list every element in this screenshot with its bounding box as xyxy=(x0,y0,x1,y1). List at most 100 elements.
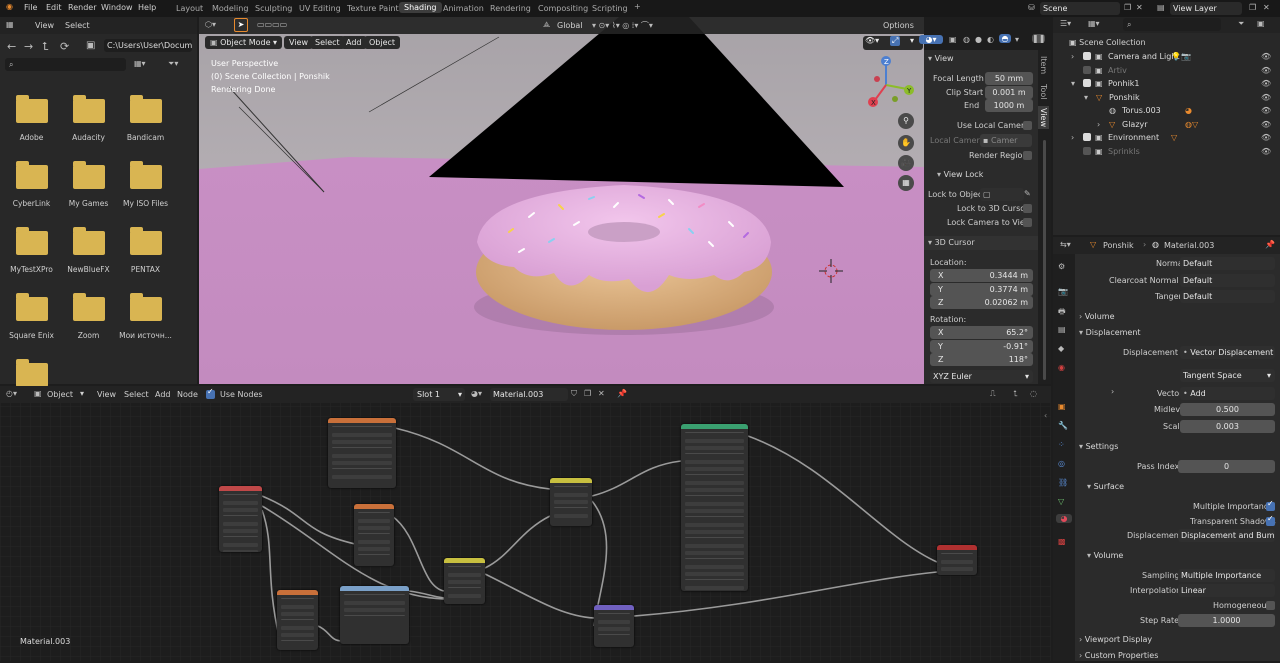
node-principled-bsdf[interactable] xyxy=(681,424,748,591)
node-vector-displacement[interactable] xyxy=(594,605,634,647)
node-image-texture[interactable] xyxy=(328,418,396,488)
folder-item-partial[interactable] xyxy=(3,359,60,387)
ortho-toggle-icon[interactable]: ▦ xyxy=(898,175,914,191)
unlink-material-icon[interactable]: ✕ xyxy=(598,389,605,398)
node-material-output[interactable] xyxy=(937,545,977,575)
viewport-add-menu[interactable]: Add xyxy=(341,36,367,49)
copy-material-icon[interactable]: ❐ xyxy=(584,389,591,398)
visibility-icon[interactable]: 👁▾ xyxy=(865,36,879,45)
tangent-dropdown[interactable]: Default xyxy=(1180,290,1275,303)
node-noise-texture-b[interactable] xyxy=(277,590,318,650)
outliner-item[interactable]: › ▽ Glazyr ◍▽ 👁 xyxy=(1053,118,1280,131)
display-mode-icon[interactable]: ▦▾ xyxy=(1088,19,1100,28)
node-editor[interactable]: ◴▾ ▣ Object ▾ View Select Add Node Use N… xyxy=(0,386,1051,661)
select-tool-icon[interactable]: ➤ xyxy=(234,18,248,32)
new-folder-icon[interactable]: ▣ xyxy=(86,40,95,51)
tab-shading[interactable]: Shading xyxy=(399,2,442,13)
camera-view-icon[interactable]: 🎥 xyxy=(898,155,914,171)
step-rate-field[interactable]: 1.0000 xyxy=(1178,614,1275,627)
fb-select-menu[interactable]: Select xyxy=(65,21,90,30)
scene-field[interactable]: Scene xyxy=(1040,2,1120,15)
sidebar-toggle-arrow-icon[interactable]: ‹ xyxy=(1044,411,1047,420)
cursor-loc-y-field[interactable]: Y 0.3774 m xyxy=(930,283,1033,296)
folder-item[interactable]: My Games xyxy=(60,161,117,208)
expand-arrow-icon[interactable]: › xyxy=(1071,50,1074,63)
parent-dir-icon[interactable]: ⮤ xyxy=(42,40,49,54)
close-scene-icon[interactable]: ✕ xyxy=(1136,3,1143,12)
tab-item[interactable]: Item xyxy=(1039,56,1048,74)
editor-type-icon[interactable]: ⇆▾ xyxy=(1060,240,1071,249)
editor-type-icon[interactable]: ⬡▾ xyxy=(205,20,216,29)
node-mix-a[interactable] xyxy=(550,478,592,526)
scale-field[interactable]: 0.003 xyxy=(1180,420,1275,433)
copy-scene-icon[interactable]: ❐ xyxy=(1124,3,1131,12)
world-tab-icon[interactable]: ◉ xyxy=(1058,363,1065,372)
outliner-item[interactable]: ▣ Sprinkls 👁 xyxy=(1053,145,1280,158)
folder-item[interactable]: Мои источн... xyxy=(117,293,174,340)
outliner-scene-collection[interactable]: ▣ Scene Collection xyxy=(1069,36,1146,49)
fb-view-menu[interactable]: View xyxy=(35,21,54,30)
tab-texture-paint[interactable]: Texture Paint xyxy=(347,4,399,13)
viewport-object-menu[interactable]: Object xyxy=(364,36,401,49)
outliner-item[interactable]: ▾ ▣ Ponhik1 👁 xyxy=(1053,77,1280,90)
rotation-mode-dropdown[interactable]: XYZ Euler ▾ xyxy=(930,370,1033,383)
midlevel-field[interactable]: 0.500 xyxy=(1180,403,1275,416)
menu-window[interactable]: Window xyxy=(101,3,133,12)
filter-icon[interactable]: ⏷▾ xyxy=(168,59,178,69)
filter-icon[interactable]: ⏷ xyxy=(1238,19,1244,29)
multiple-importance-checkbox[interactable] xyxy=(1266,499,1275,511)
tool-tab-icon[interactable]: ⚙ xyxy=(1058,262,1065,271)
exclude-checkbox[interactable] xyxy=(1083,146,1091,155)
visibility-icon[interactable]: 👁 xyxy=(1261,91,1271,104)
rendered-shading-icon[interactable]: ◓ xyxy=(999,34,1011,43)
displacement-subpanel-header[interactable]: ▾ Displacement xyxy=(1079,326,1141,340)
new-collection-icon[interactable]: ▣ xyxy=(1257,19,1265,28)
tab-view[interactable]: View xyxy=(1038,106,1049,129)
focal-length-field[interactable]: 50 mm xyxy=(985,72,1033,85)
filter-search-input[interactable]: ⌕ xyxy=(5,58,126,71)
displacement-method-dropdown[interactable]: Displacement and Bump xyxy=(1178,529,1275,542)
physics-tab-icon[interactable]: ◎ xyxy=(1058,459,1065,468)
overlay-toggle-icon[interactable]: ▾ xyxy=(910,36,914,45)
shader-type-icon[interactable]: ▣ xyxy=(34,389,42,398)
tab-compositing[interactable]: Compositing xyxy=(538,4,588,13)
material-browse-icon[interactable]: ◕▾ xyxy=(471,389,482,398)
output-tab-icon[interactable]: 🖶 xyxy=(1058,306,1066,320)
scene-icon[interactable]: ⛁ xyxy=(1028,3,1035,12)
exclude-checkbox[interactable] xyxy=(1083,52,1091,60)
constraints-tab-icon[interactable]: ⛓ xyxy=(1058,478,1068,487)
menu-edit[interactable]: Edit xyxy=(46,3,62,12)
view-layer-field[interactable]: View Layer xyxy=(1170,2,1242,15)
node-select-menu[interactable]: Select xyxy=(124,390,149,399)
transform-orientation-dropdown[interactable]: Global xyxy=(557,21,583,30)
transform-orientation-icon[interactable]: ⟁ xyxy=(543,20,550,30)
node-add-menu[interactable]: Add xyxy=(155,390,171,399)
tab-modeling[interactable]: Modeling xyxy=(212,4,248,13)
render-tab-icon[interactable]: 📷 xyxy=(1058,287,1068,296)
normal-dropdown[interactable]: Default xyxy=(1180,257,1275,270)
view-layer-tab-icon[interactable]: ▤ xyxy=(1058,325,1066,334)
editor-type-icon[interactable]: ◴▾ xyxy=(6,389,17,398)
eyedropper-icon[interactable]: ✎ xyxy=(1024,189,1031,198)
visibility-icon[interactable]: 👁 xyxy=(1261,131,1271,144)
menu-help[interactable]: Help xyxy=(138,3,156,12)
node-noise-texture-a[interactable] xyxy=(354,504,394,566)
tab-tool[interactable]: Tool xyxy=(1039,84,1048,100)
gizmo-toggle-icon[interactable]: ⤢ xyxy=(890,36,901,46)
visibility-icon[interactable]: 👁 xyxy=(1261,77,1271,90)
particles-tab-icon[interactable]: ⁘ xyxy=(1058,440,1065,449)
exclude-checkbox[interactable] xyxy=(1083,133,1091,141)
add-workspace-button[interactable]: + xyxy=(634,2,641,11)
lock-to-object-field[interactable]: ▢ xyxy=(980,188,1024,201)
expand-arrow-icon[interactable]: ▾ xyxy=(1084,91,1088,104)
visibility-icon[interactable]: 👁 xyxy=(1261,104,1271,117)
interpolation-dropdown[interactable]: Linear xyxy=(1178,584,1275,597)
folder-item[interactable]: My ISO Files xyxy=(117,161,174,208)
visibility-icon[interactable]: 👁 xyxy=(1261,145,1271,158)
pass-index-field[interactable]: 0 xyxy=(1178,460,1275,473)
node-color-ramp[interactable] xyxy=(340,586,409,644)
node-overlay-icon[interactable]: ◌ xyxy=(1030,389,1037,398)
cursor-loc-z-field[interactable]: Z 0.02062 m xyxy=(930,296,1033,309)
shader-type-dropdown[interactable]: Object xyxy=(47,390,73,399)
folder-item[interactable]: CyberLink xyxy=(3,161,60,208)
